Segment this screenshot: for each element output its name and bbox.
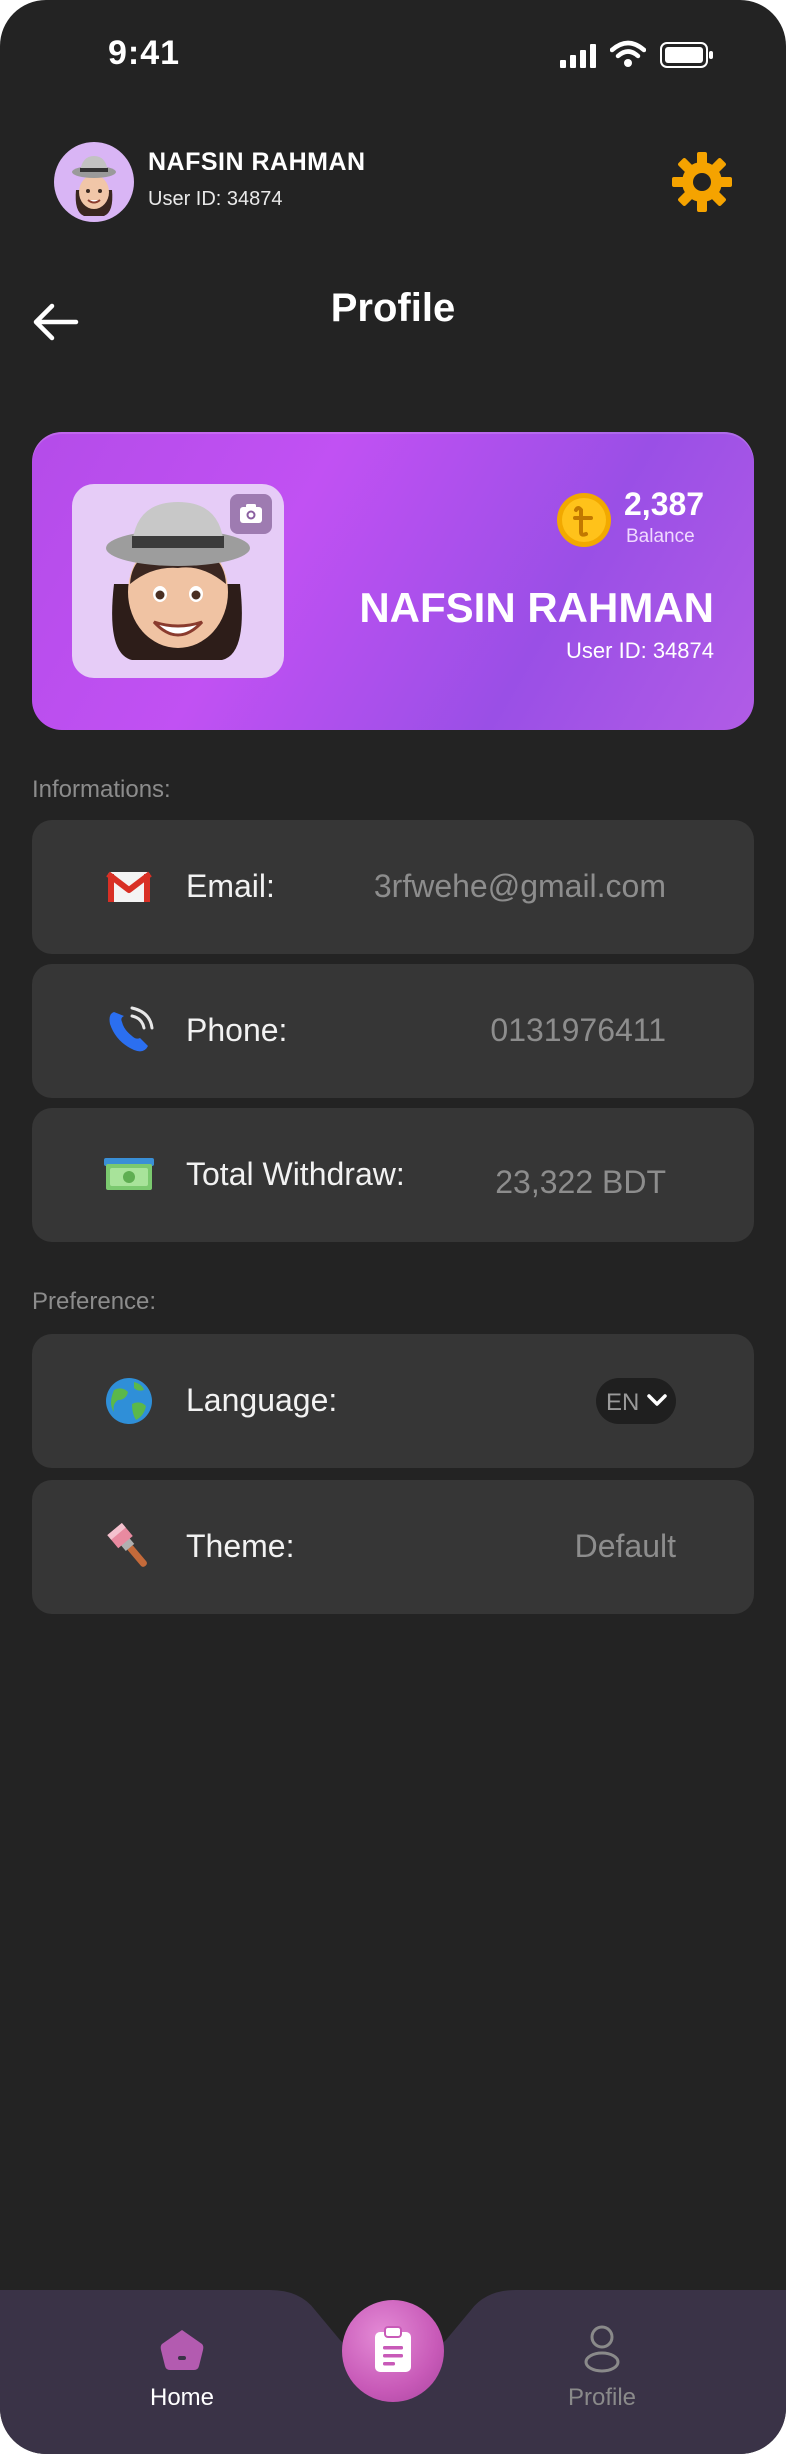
profile-person-icon[interactable] [582, 2324, 622, 2374]
language-value: EN [606, 1389, 640, 1416]
money-icon [104, 1158, 154, 1190]
balance-value: 2,387 [624, 486, 705, 522]
phone-row[interactable]: Phone: 0131976411 [32, 964, 754, 1098]
email-row[interactable]: Email: 3rfwehe@gmail.com [32, 820, 754, 954]
total-withdraw-row[interactable]: Total Withdraw: 23,322 BDT [32, 1108, 754, 1242]
phone-value: 0131976411 [490, 1012, 666, 1048]
phone-label: Phone: [186, 1012, 288, 1048]
preference-section-label: Preference: [32, 1288, 157, 1315]
gmail-icon [106, 871, 152, 902]
change-photo-camera-icon[interactable] [230, 494, 272, 534]
nav-home-label[interactable]: Home [118, 2384, 246, 2412]
chevron-down-icon [647, 1394, 667, 1406]
nav-profile-label[interactable]: Profile [540, 2384, 664, 2412]
theme-value: Default [574, 1528, 676, 1564]
card-user-id: User ID: 34874 [566, 638, 714, 663]
language-label: Language: [186, 1382, 338, 1418]
signal-icon [560, 44, 596, 68]
card-user-name: NAFSIN RAHMAN [359, 584, 714, 631]
header-user-id: User ID: 34874 [148, 188, 283, 210]
status-time: 9:41 [108, 34, 181, 72]
wifi-icon [610, 40, 646, 67]
clipboard-icon [375, 2326, 411, 2372]
phone-screen: 9:41 NAFSIN RAHMAN User ID: 34874 Profil… [0, 0, 786, 2454]
total-withdraw-value: 23,322 BDT [495, 1164, 666, 1200]
page-title: Profile [330, 286, 456, 330]
header-avatar[interactable] [54, 142, 134, 222]
paintbrush-icon [107, 1522, 147, 1567]
theme-row[interactable]: Theme: Default [32, 1480, 754, 1614]
email-value: 3rfwehe@gmail.com [373, 868, 666, 904]
balance-label: Balance [626, 526, 695, 547]
header-user-name: NAFSIN RAHMAN [148, 148, 366, 176]
language-row[interactable]: Language: EN [32, 1334, 754, 1468]
informations-section-label: Informations: [32, 776, 171, 803]
theme-label: Theme: [186, 1528, 295, 1564]
phone-icon [109, 1006, 154, 1052]
total-withdraw-label: Total Withdraw: [186, 1156, 405, 1192]
globe-icon [106, 1378, 152, 1424]
battery-icon [660, 42, 713, 68]
profile-card: 2,387 Balance NAFSIN RAHMAN User ID: 348… [32, 432, 754, 730]
language-dropdown[interactable]: EN [596, 1378, 676, 1424]
memoji-avatar-icon [72, 156, 116, 216]
home-icon[interactable] [158, 2326, 206, 2374]
taka-coin-icon [557, 493, 611, 547]
email-label: Email: [186, 868, 275, 904]
settings-gear-icon[interactable] [670, 150, 734, 214]
clipboard-fab-button[interactable] [342, 2300, 444, 2402]
status-bar: 9:41 [0, 0, 786, 110]
